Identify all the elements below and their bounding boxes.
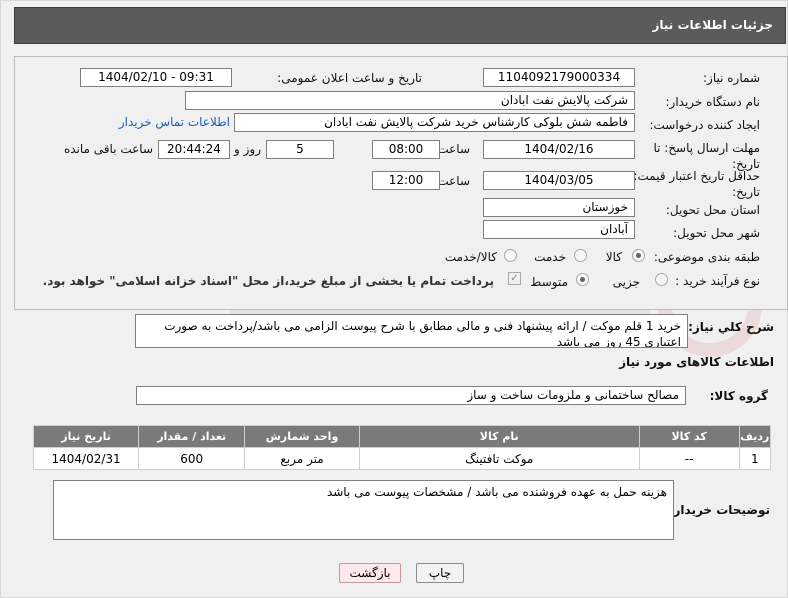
cell-unit: متر مربع [244,447,360,470]
col-code: کد کالا [638,425,740,448]
header-bar: جزئیات اطلاعات نیاز [14,7,786,44]
col-name: نام کالا [358,425,640,448]
price-time-field: 12:00 [372,171,440,190]
process-option-minor: جزیی [612,275,640,289]
back-button[interactable]: بازگشت [339,563,401,583]
description-label: شرح کلي نياز: [688,320,774,334]
buyer-org-field: شرکت پالایش نفت ابادان [185,91,635,110]
province-label: استان محل تحویل: [665,203,760,217]
price-validity-label: حداقل تاریخ اعتبار قیمت: تا تاریخ: [622,169,760,199]
process-radio-minor[interactable] [655,273,668,286]
need-number-field: 1104092179000334 [483,68,635,87]
goods-table-header: ردیف کد کالا نام کالا واحد شمارش تعداد /… [32,425,772,448]
process-radio-medium[interactable] [576,273,589,286]
table-row: 1 -- موکت تافتینگ متر مربع 600 1404/02/3… [32,447,772,470]
category-radio-goods-service[interactable] [504,249,517,262]
days-field: 5 [266,140,334,159]
page-title: جزئیات اطلاعات نیاز [652,18,773,32]
buyer-notes-field: هزینه حمل به عهده فروشنده می باشد / مشخص… [53,480,674,540]
cell-code: -- [638,447,740,470]
reply-date-field: 1404/02/16 [483,140,635,159]
payment-note: پرداخت تمام یا بخشی از مبلغ خرید،از محل … [42,274,494,288]
buyer-notes-label: توضیحات خریدار: [668,503,770,517]
city-field: آبادان [483,220,635,239]
cell-date: 1404/02/31 [32,447,140,470]
city-label: شهر محل تحویل: [673,226,760,240]
announce-label: تاریخ و ساعت اعلان عمومی: [277,71,422,85]
category-radio-goods[interactable] [632,249,645,262]
category-option-goods-service: کالا/خدمت [444,250,497,264]
category-option-goods: کالا [605,250,622,264]
reply-hour-label: ساعت [437,142,470,156]
category-option-service: خدمت [534,250,566,264]
category-radio-service[interactable] [574,249,587,262]
goods-table: ردیف کد کالا نام کالا واحد شمارش تعداد /… [32,425,772,470]
price-hour-label: ساعت [437,174,470,188]
cell-name: موکت تافتینگ [358,447,640,470]
treasury-checkbox[interactable]: ✓ [508,272,521,285]
goods-group-field: مصالح ساختمانی و ملزومات ساخت و ساز [136,386,686,405]
col-unit: واحد شمارش [244,425,360,448]
reply-time-field: 08:00 [372,140,440,159]
print-button[interactable]: چاپ [416,563,464,583]
buyer-org-label: نام دستگاه خریدار: [665,95,761,109]
category-label: طبقه بندی موضوعی: [653,250,760,264]
goods-group-label: گروه کالا: [709,389,768,403]
goods-section-title: اطلاعات کالاهای مورد نیاز [619,355,774,369]
creator-field: فاطمه شش بلوکی کارشناس خرید شرکت پالایش … [234,113,635,132]
cell-index: 1 [738,447,772,470]
remaining-label: ساعت باقی مانده [63,142,153,156]
remaining-time-field: 20:44:24 [158,140,230,159]
col-index: ردیف [738,425,772,448]
need-number-label: شماره نیاز: [703,71,760,85]
process-label: نوع فرآیند خرید : [675,274,760,288]
cell-qty: 600 [138,447,246,470]
province-field: خوزستان [483,198,635,217]
price-date-field: 1404/03/05 [483,171,635,190]
announce-field: 1404/02/10 - 09:31 [80,68,232,87]
contact-info-link[interactable]: اطلاعات تماس خریدار [119,115,230,129]
creator-label: ایجاد کننده درخواست: [649,118,760,132]
description-field: خرید 1 قلم موکت / ارائه پیشنهاد فنی و ما… [135,314,688,348]
process-option-medium: متوسط [530,275,568,289]
days-label: روز و [234,142,261,156]
col-date: تاریخ نیاز [32,425,140,448]
col-qty: تعداد / مقدار [138,425,246,448]
